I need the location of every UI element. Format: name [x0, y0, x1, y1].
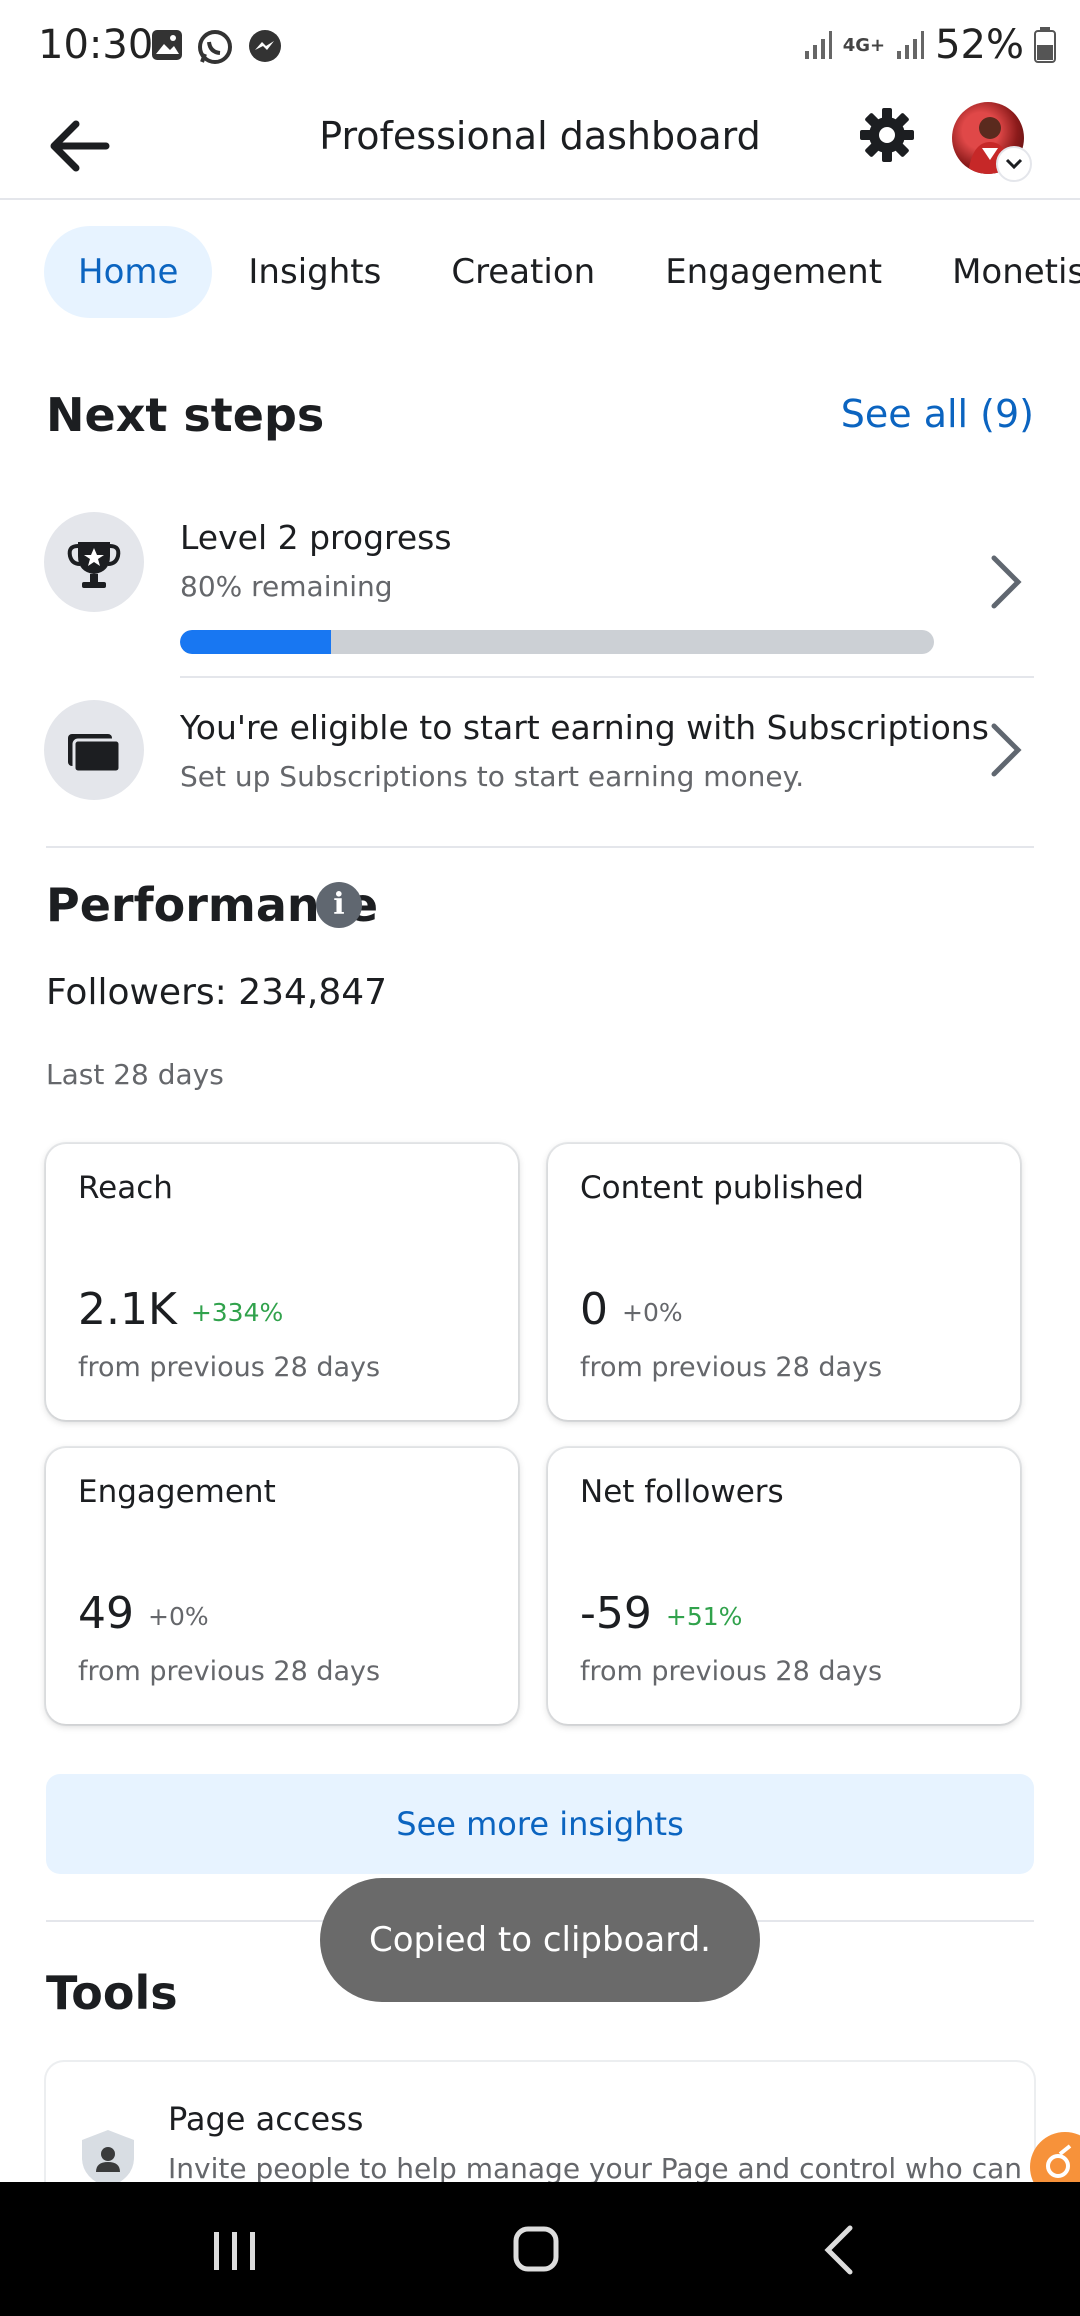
step-subtitle: 80% remaining: [180, 570, 393, 603]
level-progress-fill: [180, 630, 331, 654]
status-time: 10:30: [38, 22, 154, 68]
card-value-row: 2.1K +334%: [78, 1284, 283, 1335]
step-title: Level 2 progress: [180, 518, 452, 557]
subscriptions-icon: [44, 700, 144, 800]
card-value: 49: [78, 1588, 134, 1639]
level-progress-bar: [180, 630, 934, 654]
tab-creation[interactable]: Creation: [417, 226, 629, 318]
period-label: Last 28 days: [46, 1058, 224, 1091]
divider: [180, 676, 1034, 678]
card-title: Engagement: [78, 1474, 276, 1510]
card-delta: +334%: [190, 1297, 284, 1327]
battery-percent: 52%: [935, 22, 1024, 68]
metric-card-net-followers[interactable]: Net followers -59 +51% from previous 28 d…: [548, 1448, 1020, 1724]
card-delta: +0%: [622, 1297, 683, 1327]
messenger-icon: [249, 30, 281, 62]
see-all-link[interactable]: See all (9): [841, 392, 1034, 436]
card-value-row: -59 +51%: [580, 1588, 742, 1639]
gallery-icon: [152, 30, 182, 60]
followers-count: Followers: 234,847: [46, 972, 388, 1013]
trophy-icon: [44, 512, 144, 612]
see-more-insights-button[interactable]: See more insights: [46, 1774, 1034, 1874]
divider: [46, 846, 1034, 848]
gear-icon[interactable]: [858, 106, 916, 164]
chevron-right-icon: [991, 555, 1022, 609]
metric-card-reach[interactable]: Reach 2.1K +334% from previous 28 days: [46, 1144, 518, 1420]
step-subtitle: Set up Subscriptions to start earning mo…: [180, 760, 805, 793]
back-nav-icon[interactable]: [738, 2182, 938, 2316]
battery-icon: [1034, 27, 1056, 63]
card-note: from previous 28 days: [580, 1656, 883, 1687]
tab-insights[interactable]: Insights: [214, 226, 415, 318]
card-value-row: 49 +0%: [78, 1588, 209, 1639]
card-title: Net followers: [580, 1474, 784, 1510]
card-value: -59: [580, 1588, 652, 1639]
card-delta: +0%: [148, 1601, 209, 1631]
recent-apps-icon[interactable]: [134, 2182, 334, 2316]
card-delta: +51%: [665, 1601, 743, 1631]
card-note: from previous 28 days: [580, 1352, 883, 1383]
page-title: Professional dashboard: [319, 114, 761, 158]
dashboard-tabs: Home Insights Creation Engagement Moneti…: [44, 222, 1080, 322]
shield-user-icon: [82, 2130, 134, 2188]
tool-subtitle: Invite people to help manage your Page a…: [168, 2152, 1022, 2185]
tab-monetisation[interactable]: Monetisation: [918, 226, 1080, 318]
account-switch-badge[interactable]: [996, 146, 1032, 182]
whatsapp-icon: [198, 30, 232, 64]
signal-icon-2: [897, 31, 925, 59]
toast-message: Copied to clipboard.: [320, 1878, 760, 2002]
chevron-down-icon: [1005, 158, 1023, 170]
card-note: from previous 28 days: [78, 1656, 381, 1687]
card-title: Reach: [78, 1170, 173, 1206]
metric-card-engagement[interactable]: Engagement 49 +0% from previous 28 days: [46, 1448, 518, 1724]
tab-home[interactable]: Home: [44, 226, 213, 318]
system-icons: 4G+ 52%: [803, 22, 1056, 68]
home-nav-icon[interactable]: [436, 2182, 636, 2316]
tool-title: Page access: [168, 2100, 364, 2138]
card-value: 2.1K: [78, 1284, 177, 1335]
app-header: Professional dashboard: [0, 96, 1080, 200]
signal-icon: [804, 31, 832, 59]
chevron-right-icon: [991, 723, 1022, 777]
next-steps-title: Next steps: [46, 388, 325, 442]
info-icon[interactable]: i: [316, 882, 362, 928]
system-nav-bar: [0, 2182, 1080, 2316]
card-value: 0: [580, 1284, 608, 1335]
card-value-row: 0 +0%: [580, 1284, 683, 1335]
status-bar: 10:30 4G+ 52%: [0, 0, 1080, 96]
network-label: 4G+: [842, 34, 886, 56]
step-title: You're eligible to start earning with Su…: [180, 708, 989, 747]
card-title: Content published: [580, 1170, 864, 1206]
notification-icons: [150, 28, 284, 66]
card-note: from previous 28 days: [78, 1352, 381, 1383]
tab-engagement[interactable]: Engagement: [631, 226, 916, 318]
metric-card-content-published[interactable]: Content published 0 +0% from previous 28 …: [548, 1144, 1020, 1420]
tools-title: Tools: [46, 1966, 178, 2020]
